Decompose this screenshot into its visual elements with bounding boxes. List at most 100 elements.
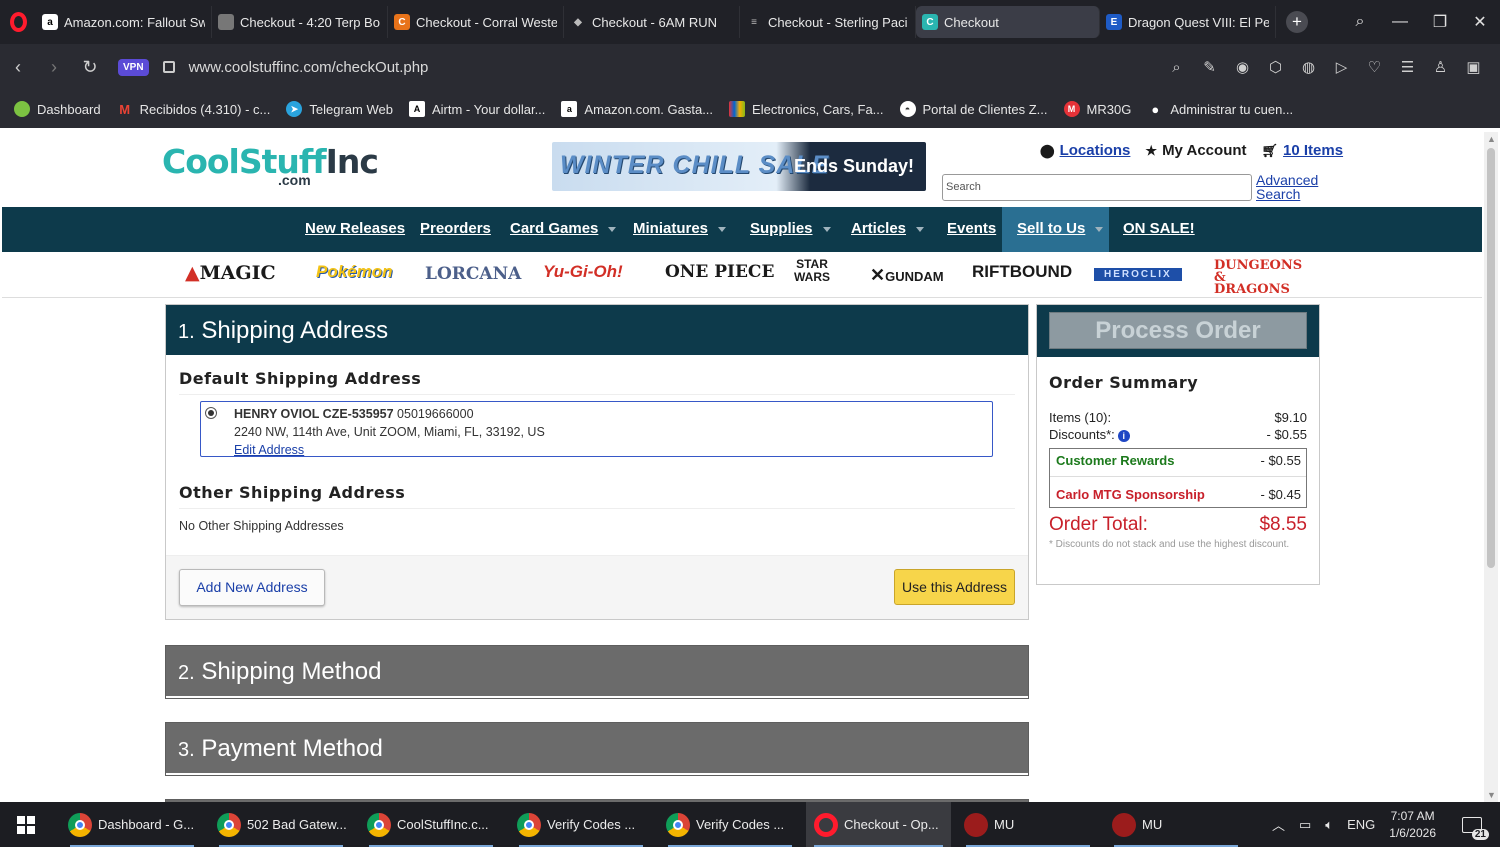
bookmark-telegram[interactable]: ➤ Telegram Web xyxy=(286,101,393,117)
notifications-icon[interactable]: 21 xyxy=(1462,816,1489,840)
nav-sell-to-us[interactable]: Sell to Us xyxy=(1017,220,1104,237)
use-this-address-button[interactable]: Use this Address xyxy=(894,569,1015,605)
forward-icon[interactable]: › xyxy=(36,57,72,78)
info-icon[interactable]: i xyxy=(1117,429,1130,442)
bookmark-mr30g[interactable]: M MR30G xyxy=(1063,101,1131,117)
logo-dotcom: .com xyxy=(278,172,311,188)
lock-icon[interactable] xyxy=(162,61,175,73)
brand-magic[interactable]: ▲MAGIC xyxy=(185,262,276,284)
brand-dungeons-dragons[interactable]: DUNGEONS & DRAGONS xyxy=(1214,259,1304,296)
winter-sale-banner[interactable]: WINTER CHILL SALE Ends Sunday! xyxy=(552,142,926,191)
brand-yugioh[interactable]: Yu-Gi-Oh! xyxy=(543,262,623,282)
opera-logo-icon[interactable] xyxy=(0,0,36,44)
language-indicator[interactable]: ENG xyxy=(1347,817,1375,832)
camera-icon[interactable]: ◉ xyxy=(1226,58,1259,76)
brand-pokemon[interactable]: Pokémon xyxy=(316,262,393,282)
tab-amazon[interactable]: a Amazon.com: Fallout Sw xyxy=(36,6,212,38)
tab-checkout-active[interactable]: C Checkout xyxy=(916,6,1100,38)
cart-icon: 🛒︎ xyxy=(1261,142,1279,158)
tab-sterling[interactable]: ≡ Checkout - Sterling Paci xyxy=(740,6,916,38)
nav-on-sale[interactable]: ON SALE! xyxy=(1123,220,1195,237)
taskbar-app-verify-1[interactable]: Verify Codes ... xyxy=(511,802,651,847)
locations-link[interactable]: ⬤ Locations xyxy=(1040,142,1130,159)
payment-method-header[interactable]: 3. Payment Method xyxy=(166,723,1028,773)
nav-miniatures[interactable]: Miniatures xyxy=(633,220,727,237)
bookmark-airtm[interactable]: A Airtm - Your dollar... xyxy=(408,101,545,117)
profile-icon[interactable]: ♙ xyxy=(1424,58,1457,76)
brand-gundam[interactable]: ✕GUNDAM xyxy=(870,265,944,286)
sponsorship-row: Carlo MTG Sponsorship - $0.45 xyxy=(1056,487,1301,502)
menu-icon[interactable]: ☰ xyxy=(1391,58,1424,76)
nav-events[interactable]: Events xyxy=(947,220,996,237)
tab-dragon-quest[interactable]: E Dragon Quest VIII: El Pe xyxy=(1100,6,1276,38)
brand-riftbound[interactable]: RIFTBOUND xyxy=(972,262,1072,282)
box-icon[interactable]: ▣ xyxy=(1457,58,1490,76)
add-new-address-button[interactable]: Add New Address xyxy=(179,569,325,606)
taskbar-app-502[interactable]: 502 Bad Gatew... xyxy=(211,802,351,847)
bookmark-amazon[interactable]: a Amazon.com. Gasta... xyxy=(561,101,713,117)
bookmark-gmail[interactable]: M Recibidos (4.310) - c... xyxy=(117,101,270,117)
network-icon[interactable]: ▭ xyxy=(1299,817,1311,833)
default-address-card[interactable]: HENRY OVIOL CZE-535957 05019666000 2240 … xyxy=(200,401,993,457)
nav-articles[interactable]: Articles xyxy=(851,220,925,237)
corral-icon: C xyxy=(394,14,410,30)
reload-icon[interactable]: ↻ xyxy=(72,57,108,78)
shipping-method-panel[interactable]: 2. Shipping Method xyxy=(165,645,1029,699)
translate-icon[interactable]: ◍ xyxy=(1292,58,1325,76)
close-icon[interactable]: ✕ xyxy=(1460,12,1500,32)
nav-preorders[interactable]: Preorders xyxy=(420,220,491,237)
payment-method-panel[interactable]: 3. Payment Method xyxy=(165,722,1029,776)
bookmark-ebay[interactable]: Electronics, Cars, Fa... xyxy=(729,101,884,117)
scroll-thumb[interactable] xyxy=(1487,148,1495,568)
play-icon[interactable]: ▷ xyxy=(1325,58,1358,76)
clock[interactable]: 7:07 AM 1/6/2026 xyxy=(1389,808,1436,842)
edit-address-link[interactable]: Edit Address xyxy=(234,443,304,457)
cart-link[interactable]: 🛒︎ 10 Items xyxy=(1262,142,1344,159)
shipping-address-header[interactable]: 1. Shipping Address xyxy=(166,305,1028,355)
bookmark-dashboard[interactable]: Dashboard xyxy=(14,101,101,117)
search-input[interactable]: Search xyxy=(942,174,1252,201)
address-radio[interactable] xyxy=(205,407,217,419)
shipping-address-panel: 1. Shipping Address Default Shipping Add… xyxy=(165,304,1029,620)
vpn-badge[interactable]: VPN xyxy=(118,58,149,76)
bookmark-portal[interactable]: ◓ Portal de Clientes Z... xyxy=(899,101,1048,117)
volume-icon[interactable]: 🔈︎ xyxy=(1325,817,1333,833)
tab-6am-run[interactable]: ◆ Checkout - 6AM RUN xyxy=(564,6,740,38)
scroll-up-icon[interactable]: ▲ xyxy=(1487,134,1496,144)
heart-icon[interactable]: ♡ xyxy=(1358,58,1391,76)
brand-one-piece[interactable]: ONE PIECE xyxy=(665,262,774,282)
tab-terp[interactable]: Checkout - 4:20 Terp Bo xyxy=(212,6,388,38)
taskbar-app-coolstuff[interactable]: CoolStuffInc.c... xyxy=(361,802,501,847)
brand-heroclix[interactable]: HEROCLIX xyxy=(1094,268,1182,281)
my-account-link[interactable]: ★ My Account xyxy=(1145,142,1246,159)
process-order-button[interactable]: Process Order xyxy=(1049,312,1307,349)
windows-start-icon[interactable] xyxy=(17,816,35,834)
search-icon[interactable]: ⌕ xyxy=(1160,59,1193,76)
bookmark-apple[interactable]: ● Administrar tu cuen... xyxy=(1147,101,1293,117)
taskbar-app-dashboard[interactable]: Dashboard - G... xyxy=(62,802,202,847)
edit-icon[interactable]: ✎ xyxy=(1193,58,1226,76)
back-icon[interactable]: ‹ xyxy=(0,57,36,78)
restore-icon[interactable]: ❐ xyxy=(1420,12,1460,32)
advanced-search-link[interactable]: Advanced Search xyxy=(1256,173,1318,201)
nav-new-releases[interactable]: New Releases xyxy=(305,220,405,237)
brand-star-wars[interactable]: STAR WARS xyxy=(790,258,834,284)
page-scrollbar[interactable]: ▲ ▼ xyxy=(1484,132,1498,802)
brand-lorcana[interactable]: LORCANA xyxy=(425,264,521,284)
coolstuffinc-logo[interactable]: CoolStuffInc xyxy=(162,142,379,181)
tab-corral[interactable]: C Checkout - Corral Weste xyxy=(388,6,564,38)
chevron-up-icon[interactable]: ︿ xyxy=(1272,815,1285,834)
taskbar-app-opera-checkout[interactable]: Checkout - Op... xyxy=(806,802,951,847)
nav-supplies[interactable]: Supplies xyxy=(750,220,831,237)
adblock-icon[interactable]: ⬡ xyxy=(1259,58,1292,76)
minimize-icon[interactable]: — xyxy=(1380,13,1420,31)
taskbar-app-mu-1[interactable]: MU xyxy=(958,802,1098,847)
search-tabs-icon[interactable]: ⌕ xyxy=(1340,13,1380,31)
taskbar-app-verify-2[interactable]: Verify Codes ... xyxy=(660,802,800,847)
taskbar-app-mu-2[interactable]: MU xyxy=(1106,802,1246,847)
shipping-method-header[interactable]: 2. Shipping Method xyxy=(166,646,1028,696)
url-field[interactable]: www.coolstuffinc.com/checkOut.php xyxy=(189,59,429,76)
nav-card-games[interactable]: Card Games xyxy=(510,220,617,237)
scroll-down-icon[interactable]: ▼ xyxy=(1487,790,1496,800)
new-tab-plus-icon[interactable]: + xyxy=(1286,11,1308,33)
